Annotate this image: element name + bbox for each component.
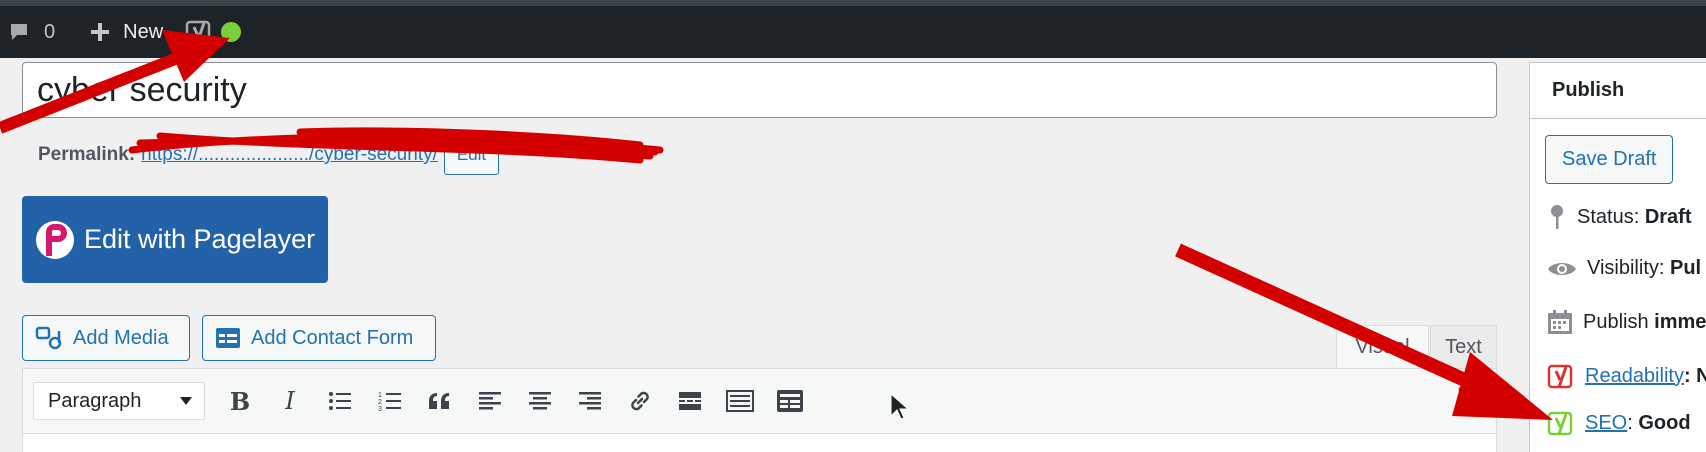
align-right-button[interactable]: [565, 381, 615, 421]
admin-bar: 0 New: [0, 0, 1706, 58]
permalink-row: Permalink: https://.....................…: [38, 135, 500, 175]
publish-metabox: Publish Save Draft Status: Draft Visibil…: [1529, 62, 1706, 452]
form-embed-button[interactable]: [765, 381, 815, 421]
plus-icon: [91, 23, 110, 41]
publish-value: imme: [1654, 310, 1706, 333]
post-title-input[interactable]: cyber security: [22, 62, 1497, 118]
add-contact-form-label: Add Contact Form: [251, 326, 414, 349]
caret-down-icon: [180, 397, 192, 405]
form-embed-icon: [777, 390, 803, 412]
editor-content-area[interactable]: [22, 433, 1497, 452]
bold-button[interactable]: B: [215, 381, 265, 421]
read-more-button[interactable]: [665, 381, 715, 421]
readability-row: Readability: N: [1547, 362, 1706, 390]
pagelayer-logo-icon: [36, 220, 74, 259]
seo-link[interactable]: SEO: [1585, 412, 1627, 435]
save-draft-button[interactable]: Save Draft: [1545, 135, 1674, 184]
form-icon: [216, 328, 240, 348]
publish-date-row: Publish imme: [1547, 309, 1706, 335]
tab-text[interactable]: Text: [1430, 325, 1497, 369]
insert-link-button[interactable]: [615, 381, 665, 421]
calendar-icon: [1548, 310, 1572, 334]
readability-link[interactable]: Readability: [1585, 365, 1684, 388]
align-right-icon: [579, 392, 601, 410]
tab-visual[interactable]: Visual: [1336, 325, 1429, 369]
fullscreen-icon[interactable]: [1458, 387, 1484, 413]
visibility-value: Pul: [1670, 257, 1702, 279]
add-media-button[interactable]: Add Media: [22, 315, 190, 361]
seo-row: SEO: Good: [1547, 409, 1691, 437]
status-value: Draft: [1644, 205, 1692, 228]
format-select[interactable]: Paragraph: [33, 382, 205, 420]
svg-text:1: 1: [378, 392, 382, 399]
status-label: Status:: [1577, 205, 1640, 228]
visibility-label: Visibility:: [1587, 257, 1665, 279]
italic-button[interactable]: I: [265, 381, 315, 421]
classic-editor: Paragraph B I 123: [22, 368, 1497, 452]
yoast-menu[interactable]: [185, 6, 242, 58]
visibility-row: Visibility: Pul: [1547, 257, 1701, 280]
editor-toolbar: Paragraph B I 123: [23, 369, 1496, 433]
svg-text:3: 3: [378, 406, 382, 412]
comment-icon: [11, 24, 27, 40]
read-more-icon: [679, 392, 701, 410]
yoast-readability-bad-icon: [1547, 364, 1573, 389]
svg-text:2: 2: [378, 399, 382, 406]
align-left-button[interactable]: [465, 381, 515, 421]
seo-status-dot: [221, 22, 242, 42]
edit-with-pagelayer-button[interactable]: Edit with Pagelayer: [22, 196, 328, 283]
add-contact-form-button[interactable]: Add Contact Form: [202, 315, 436, 361]
numbered-list-button[interactable]: 123: [365, 381, 415, 421]
pin-icon: [1551, 205, 1563, 229]
readability-value: : N: [1683, 364, 1706, 387]
keyboard-icon: [726, 390, 754, 412]
publish-label: Publish: [1583, 310, 1649, 333]
comment-count: 0: [44, 20, 56, 43]
pagelayer-label: Edit with Pagelayer: [84, 224, 316, 254]
comments-menu[interactable]: 0: [8, 6, 55, 58]
blockquote-button[interactable]: [415, 381, 465, 421]
new-label: New: [123, 20, 164, 43]
toolbar-toggle-button[interactable]: [715, 381, 765, 421]
format-select-value: Paragraph: [48, 389, 142, 412]
bullet-list-button[interactable]: [315, 381, 365, 421]
media-icon: [35, 326, 62, 350]
new-content-menu[interactable]: New: [89, 6, 163, 58]
yoast-icon: [185, 20, 211, 45]
add-media-label: Add Media: [73, 326, 169, 349]
yoast-seo-good-icon: [1547, 411, 1573, 436]
permalink-edit-button[interactable]: Edit: [443, 135, 500, 175]
publish-heading: Publish: [1530, 63, 1706, 119]
align-left-icon: [479, 392, 501, 410]
seo-value: Good: [1638, 411, 1691, 434]
eye-icon: [1548, 262, 1576, 275]
post-title-text: cyber security: [37, 70, 247, 109]
align-center-icon: [529, 392, 551, 410]
permalink-label: Permalink:: [38, 144, 136, 165]
align-center-button[interactable]: [515, 381, 565, 421]
bullet-list-icon: [329, 392, 351, 410]
quote-icon: [429, 393, 449, 409]
numbered-list-icon: 123: [378, 392, 401, 412]
mouse-cursor-icon: [890, 393, 908, 420]
status-row: Status: Draft: [1547, 203, 1692, 231]
permalink-url[interactable]: https://...................../cyber-secu…: [141, 144, 438, 166]
link-icon: [631, 391, 649, 411]
